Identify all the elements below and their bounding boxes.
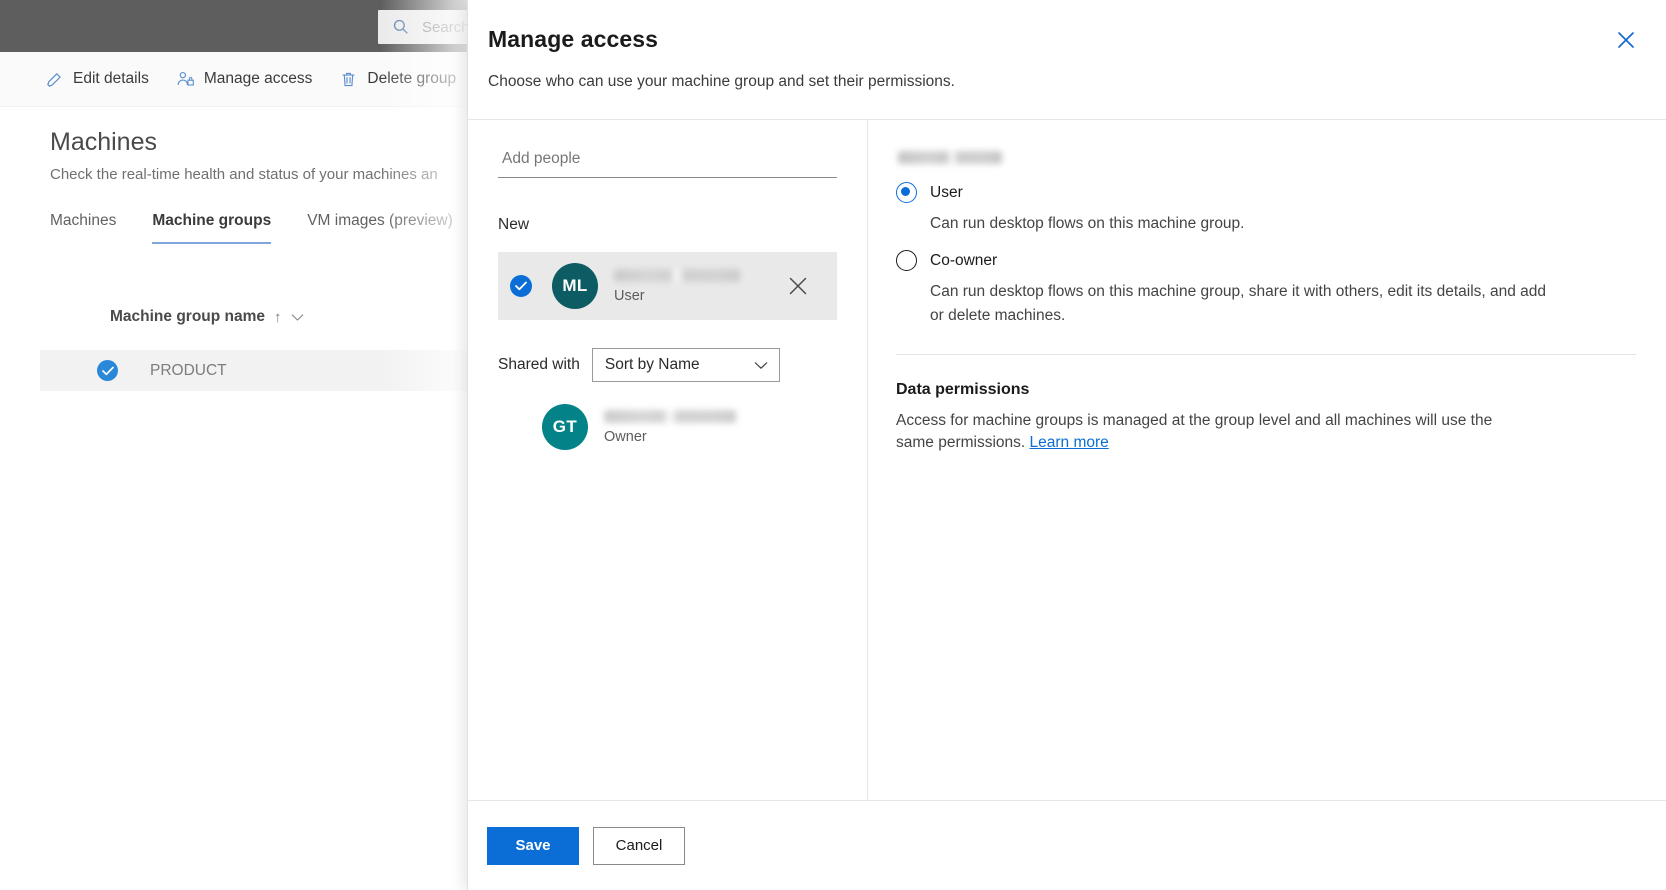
- command-delete-group[interactable]: Delete group: [339, 70, 456, 89]
- data-permissions-text: Access for machine groups is managed at …: [896, 411, 1493, 452]
- background-fade-overlay: [380, 0, 470, 890]
- page-title: Machines: [50, 128, 157, 156]
- tab-bar: Machines Machine groups VM images (previ…: [50, 212, 453, 244]
- sort-by-select[interactable]: Sort by Name: [591, 348, 780, 382]
- shared-with-label: Shared with: [498, 356, 580, 373]
- chevron-down-icon[interactable]: [291, 313, 304, 322]
- remove-person-button[interactable]: [787, 275, 809, 297]
- close-icon: [789, 277, 807, 295]
- tab-machines[interactable]: Machines: [50, 212, 116, 244]
- command-edit-details[interactable]: Edit details: [45, 70, 149, 89]
- command-manage-access[interactable]: Manage access: [176, 70, 313, 89]
- permission-option-coowner-label: Co-owner: [930, 251, 998, 269]
- panel-title: Manage access: [488, 26, 659, 52]
- screen-root: Search Edit details Manage access Delete…: [0, 0, 1666, 890]
- add-people-field[interactable]: [498, 146, 837, 178]
- section-divider: [896, 353, 1636, 355]
- manage-access-panel: Manage access Choose who can use your ma…: [467, 0, 1666, 890]
- permission-option-coowner-description: Can run desktop flows on this machine gr…: [930, 283, 1547, 324]
- trash-icon: [342, 72, 355, 86]
- cancel-button[interactable]: Cancel: [593, 826, 685, 865]
- command-manage-access-label: Manage access: [203, 70, 313, 87]
- panel-header: Manage access Choose who can use your ma…: [468, 0, 1666, 91]
- panel-right-column: User Can run desktop flows on this machi…: [868, 120, 1666, 800]
- shared-person-texts: Owner: [604, 409, 736, 445]
- permission-option-user-description: Can run desktop flows on this machine gr…: [930, 215, 1245, 232]
- radio-user[interactable]: [896, 182, 917, 203]
- tab-machine-groups[interactable]: Machine groups: [152, 212, 272, 244]
- person-name-redacted: [614, 268, 740, 282]
- save-button[interactable]: Save: [487, 826, 579, 865]
- data-permissions-body: Access for machine groups is managed at …: [896, 410, 1531, 455]
- panel-left-column: New ML User: [468, 120, 868, 800]
- panel-subtitle: Choose who can use your machine group an…: [488, 73, 955, 90]
- table-cell-machine-group-name: PRODUCT: [150, 361, 227, 379]
- permission-option-coowner[interactable]: Co-owner: [896, 250, 1636, 272]
- people-lock-icon: [177, 71, 194, 86]
- person-role-label: Owner: [604, 428, 647, 445]
- panel-body: New ML User: [468, 119, 1666, 800]
- section-new-label: New: [498, 216, 530, 233]
- permission-option-user-label: User: [930, 183, 963, 201]
- sort-ascending-icon: ↑: [274, 308, 282, 326]
- person-name-redacted: [604, 409, 736, 423]
- close-icon: [1618, 32, 1634, 48]
- shared-with-row: Shared with Sort by Name: [498, 348, 837, 382]
- panel-footer: Save Cancel: [468, 800, 1666, 890]
- person-role-label: User: [614, 287, 645, 304]
- command-edit-details-label: Edit details: [73, 70, 149, 87]
- avatar: GT: [542, 404, 588, 450]
- page-subtitle: Check the real-time health and status of…: [50, 166, 438, 183]
- tab-vm-images[interactable]: VM images (preview): [307, 212, 453, 244]
- sort-by-select-value: Sort by Name: [604, 356, 700, 373]
- check-icon: [515, 281, 527, 291]
- search-icon: [393, 19, 408, 34]
- data-permissions-title: Data permissions: [896, 380, 1030, 398]
- table-column-header[interactable]: Machine group name ↑: [110, 308, 304, 326]
- close-panel-button[interactable]: [1610, 24, 1642, 56]
- check-icon: [101, 366, 114, 375]
- avatar: ML: [552, 263, 598, 309]
- row-select-checkbox[interactable]: [97, 360, 118, 381]
- radio-coowner[interactable]: [896, 250, 917, 272]
- selected-person-name-redacted: [898, 151, 1002, 164]
- command-delete-group-label: Delete group: [367, 70, 457, 87]
- permission-option-user[interactable]: User: [896, 182, 1636, 203]
- add-people-input[interactable]: [502, 150, 837, 168]
- shared-person-row[interactable]: GT Owner: [498, 404, 837, 450]
- chevron-down-icon: [754, 361, 768, 369]
- learn-more-link[interactable]: Learn more: [1030, 434, 1109, 451]
- new-person-texts: User: [614, 268, 740, 304]
- pencil-icon: [47, 72, 61, 87]
- column-header-label: Machine group name: [110, 308, 266, 325]
- new-person-row[interactable]: ML User: [498, 252, 837, 320]
- search-placeholder-text: Search: [422, 18, 470, 36]
- person-selected-checkbox[interactable]: [510, 275, 532, 297]
